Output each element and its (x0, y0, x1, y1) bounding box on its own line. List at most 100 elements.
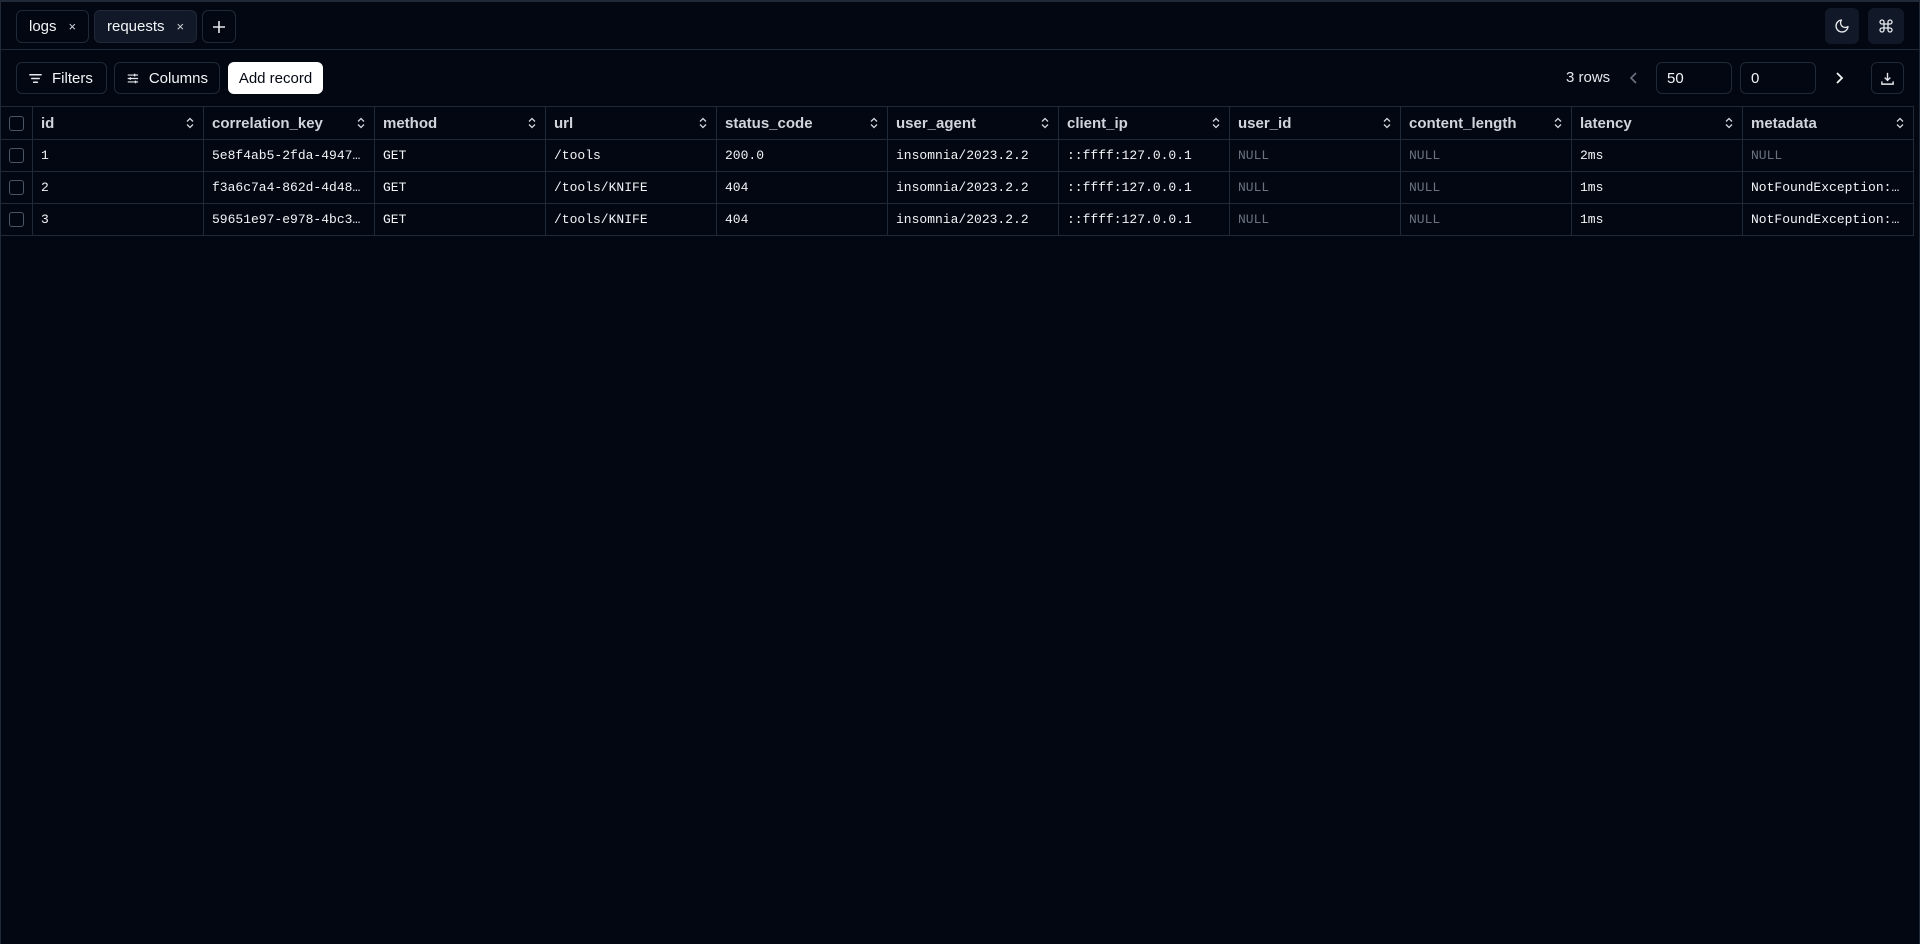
table-cell[interactable]: insomnia/2023.2.2 (888, 204, 1059, 235)
filters-label: Filters (52, 69, 93, 87)
table-cell[interactable]: 1ms (1572, 204, 1743, 235)
next-page-button[interactable] (1824, 62, 1854, 94)
previous-page-button[interactable] (1620, 62, 1648, 94)
table-row[interactable]: 2 f3a6c7a4-862d-4d48-… GET /tools/KNIFE … (1, 172, 1914, 204)
add-tab-button[interactable] (202, 10, 236, 43)
table-cell[interactable]: NULL (1401, 140, 1572, 171)
chevrons-up-down-icon[interactable] (356, 117, 366, 129)
plus-icon (213, 20, 225, 33)
column-header-label: id (41, 114, 55, 132)
table-cell[interactable]: NULL (1743, 140, 1914, 171)
table-row[interactable]: 1 5e8f4ab5-2fda-4947-… GET /tools 200.0 … (1, 140, 1914, 172)
download-button[interactable] (1871, 62, 1904, 94)
close-icon[interactable]: × (69, 19, 77, 34)
close-icon[interactable]: × (177, 19, 185, 34)
table-cell[interactable]: 59651e97-e978-4bc3-… (204, 204, 375, 235)
table-cell[interactable]: /tools/KNIFE (546, 172, 717, 203)
column-header-status-code[interactable]: status_code (717, 107, 888, 139)
row-select-cell (1, 140, 33, 171)
table-cell[interactable]: GET (375, 204, 546, 235)
row-checkbox[interactable] (9, 180, 24, 195)
column-header-content-length[interactable]: content_length (1401, 107, 1572, 139)
table-cell[interactable]: NULL (1230, 172, 1401, 203)
tab-logs[interactable]: logs × (16, 10, 90, 43)
table-cell[interactable]: NULL (1401, 204, 1572, 235)
chevrons-up-down-icon[interactable] (1382, 117, 1392, 129)
column-header-client-ip[interactable]: client_ip (1059, 107, 1230, 139)
table-cell[interactable]: 200.0 (717, 140, 888, 171)
chevrons-up-down-icon[interactable] (527, 117, 537, 129)
column-header-label: url (554, 114, 574, 132)
column-header-label: method (383, 114, 438, 132)
command-icon (1879, 19, 1893, 33)
chevrons-up-down-icon[interactable] (869, 117, 879, 129)
table-row[interactable]: 3 59651e97-e978-4bc3-… GET /tools/KNIFE … (1, 204, 1914, 236)
column-header-latency[interactable]: latency (1572, 107, 1743, 139)
table-cell[interactable]: /tools (546, 140, 717, 171)
theme-toggle-button[interactable] (1825, 8, 1859, 44)
table-cell[interactable]: 3 (33, 204, 204, 235)
tab-label: requests (107, 18, 165, 35)
row-select-cell (1, 172, 33, 203)
table-cell[interactable]: insomnia/2023.2.2 (888, 140, 1059, 171)
table-cell[interactable]: NULL (1230, 140, 1401, 171)
table-cell[interactable]: NULL (1401, 172, 1572, 203)
columns-button[interactable]: Columns (114, 62, 220, 94)
select-all-cell (1, 107, 33, 139)
download-icon (1881, 72, 1894, 85)
column-header-user-id[interactable]: user_id (1230, 107, 1401, 139)
chevrons-up-down-icon[interactable] (1553, 117, 1563, 129)
filters-button[interactable]: Filters (16, 62, 107, 94)
chevrons-up-down-icon[interactable] (1211, 117, 1221, 129)
table-cell[interactable]: f3a6c7a4-862d-4d48-… (204, 172, 375, 203)
table-cell[interactable]: ::ffff:127.0.0.1 (1059, 172, 1230, 203)
rows-count: 3 rows (1566, 69, 1611, 86)
chevron-left-icon (1629, 72, 1637, 84)
column-header-label: user_agent (896, 114, 977, 132)
table-cell[interactable]: /tools/KNIFE (546, 204, 717, 235)
table-cell[interactable]: NotFoundException: … (1743, 172, 1914, 203)
table-cell[interactable]: ::ffff:127.0.0.1 (1059, 204, 1230, 235)
column-header-label: correlation_key (212, 114, 323, 132)
add-record-button[interactable]: Add record (228, 62, 323, 94)
table-cell[interactable]: 5e8f4ab5-2fda-4947-… (204, 140, 375, 171)
table-cell[interactable]: 2ms (1572, 140, 1743, 171)
row-select-cell (1, 204, 33, 235)
table-cell[interactable]: 1ms (1572, 172, 1743, 203)
table-cell[interactable]: 1 (33, 140, 204, 171)
row-checkbox[interactable] (9, 148, 24, 163)
column-header-metadata[interactable]: metadata (1743, 107, 1914, 139)
column-header-label: status_code (725, 114, 813, 132)
chevrons-up-down-icon[interactable] (1895, 117, 1905, 129)
column-header-id[interactable]: id (33, 107, 204, 139)
table-cell[interactable]: 2 (33, 172, 204, 203)
tab-bar: logs × requests × (0, 0, 1920, 50)
table-cell[interactable]: 404 (717, 172, 888, 203)
column-header-method[interactable]: method (375, 107, 546, 139)
chevrons-up-down-icon[interactable] (698, 117, 708, 129)
table-cell[interactable]: 404 (717, 204, 888, 235)
chevrons-up-down-icon[interactable] (1724, 117, 1734, 129)
table-header-row: id correlation_key method url status_cod… (1, 107, 1914, 140)
column-header-correlation-key[interactable]: correlation_key (204, 107, 375, 139)
select-all-checkbox[interactable] (9, 115, 24, 131)
row-checkbox[interactable] (9, 212, 24, 227)
column-header-label: user_id (1238, 114, 1292, 132)
tab-requests[interactable]: requests × (94, 10, 198, 43)
column-header-user-agent[interactable]: user_agent (888, 107, 1059, 139)
limit-input[interactable] (1656, 62, 1732, 94)
column-header-url[interactable]: url (546, 107, 717, 139)
tab-label: logs (29, 18, 57, 35)
data-table: id correlation_key method url status_cod… (1, 106, 1914, 236)
column-header-label: latency (1580, 114, 1632, 132)
command-menu-button[interactable] (1868, 8, 1904, 44)
offset-input[interactable] (1740, 62, 1816, 94)
table-cell[interactable]: GET (375, 172, 546, 203)
table-cell[interactable]: GET (375, 140, 546, 171)
table-cell[interactable]: NotFoundException: … (1743, 204, 1914, 235)
chevrons-up-down-icon[interactable] (1040, 117, 1050, 129)
table-cell[interactable]: ::ffff:127.0.0.1 (1059, 140, 1230, 171)
table-cell[interactable]: NULL (1230, 204, 1401, 235)
chevrons-up-down-icon[interactable] (185, 117, 195, 129)
table-cell[interactable]: insomnia/2023.2.2 (888, 172, 1059, 203)
